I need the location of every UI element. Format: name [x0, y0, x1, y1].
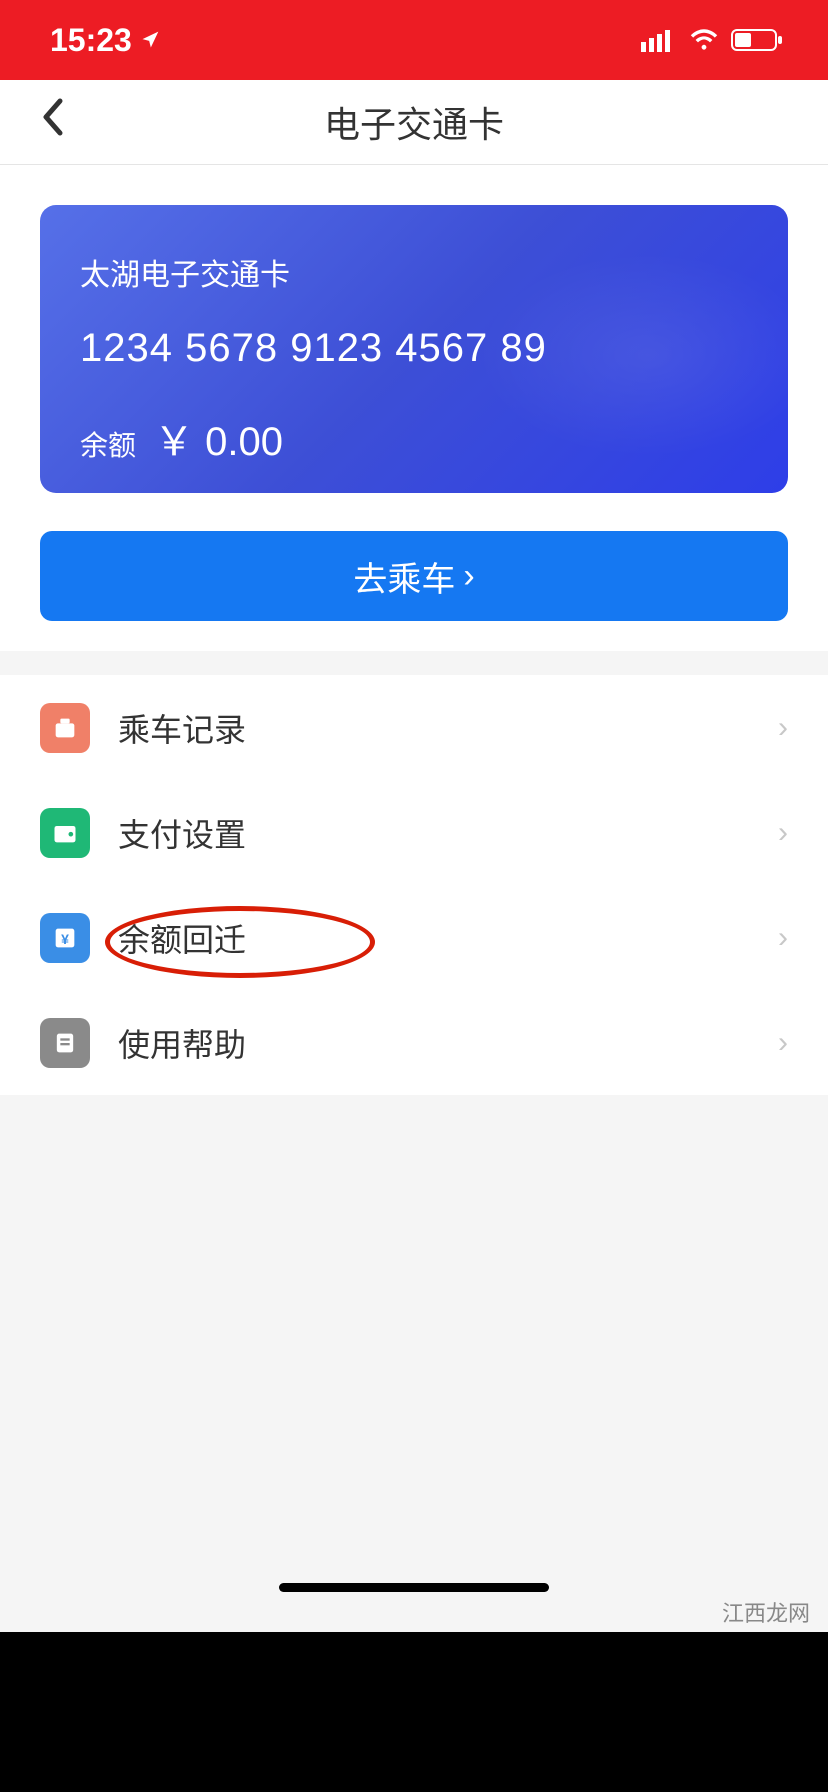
signal-icon	[641, 28, 677, 52]
chevron-right-icon: ›	[463, 557, 474, 596]
briefcase-icon	[40, 703, 90, 753]
svg-text:¥: ¥	[61, 930, 69, 946]
balance-label: 余额	[80, 424, 136, 464]
chevron-right-icon: ›	[778, 816, 788, 850]
menu-label: 余额回迁	[118, 915, 778, 961]
menu-item-help[interactable]: 使用帮助 ›	[0, 990, 828, 1095]
back-button[interactable]	[40, 97, 64, 148]
money-icon: ¥	[40, 913, 90, 963]
location-icon	[140, 30, 160, 50]
menu-section: 乘车记录 › 支付设置 › ¥ 余额回迁 › 使用帮助 ›	[0, 675, 828, 1095]
wallet-icon	[40, 808, 90, 858]
menu-label: 支付设置	[118, 810, 778, 856]
status-time: 15:23	[50, 22, 132, 59]
wifi-icon	[689, 28, 719, 52]
watermark: 江西龙网	[722, 1596, 810, 1628]
home-indicator[interactable]	[279, 1583, 549, 1592]
page-title: 电子交通卡	[0, 96, 828, 148]
menu-item-payment-settings[interactable]: 支付设置 ›	[0, 780, 828, 885]
menu-label: 乘车记录	[118, 705, 778, 751]
nav-header: 电子交通卡	[0, 80, 828, 165]
menu-label: 使用帮助	[118, 1020, 778, 1066]
ride-button[interactable]: 去乘车 ›	[40, 531, 788, 621]
help-icon	[40, 1018, 90, 1068]
status-indicators	[641, 28, 783, 52]
menu-item-balance-return[interactable]: ¥ 余额回迁 ›	[0, 885, 828, 990]
chevron-right-icon: ›	[778, 1026, 788, 1060]
card-name: 太湖电子交通卡	[80, 250, 748, 294]
status-bar: 15:23	[0, 0, 828, 80]
card-section: 太湖电子交通卡 1234 5678 9123 4567 89 余额 ￥ 0.00…	[0, 165, 828, 651]
battery-icon	[731, 28, 783, 52]
balance-row: 余额 ￥ 0.00	[80, 409, 748, 467]
bottom-black-bar	[0, 1632, 828, 1792]
card-number: 1234 5678 9123 4567 89	[80, 326, 748, 371]
chevron-right-icon: ›	[778, 711, 788, 745]
chevron-right-icon: ›	[778, 921, 788, 955]
menu-item-ride-records[interactable]: 乘车记录 ›	[0, 675, 828, 780]
ride-button-label: 去乘车	[353, 552, 455, 601]
status-time-area: 15:23	[50, 22, 160, 59]
balance-value: ￥ 0.00	[154, 409, 283, 467]
transit-card[interactable]: 太湖电子交通卡 1234 5678 9123 4567 89 余额 ￥ 0.00	[40, 205, 788, 493]
